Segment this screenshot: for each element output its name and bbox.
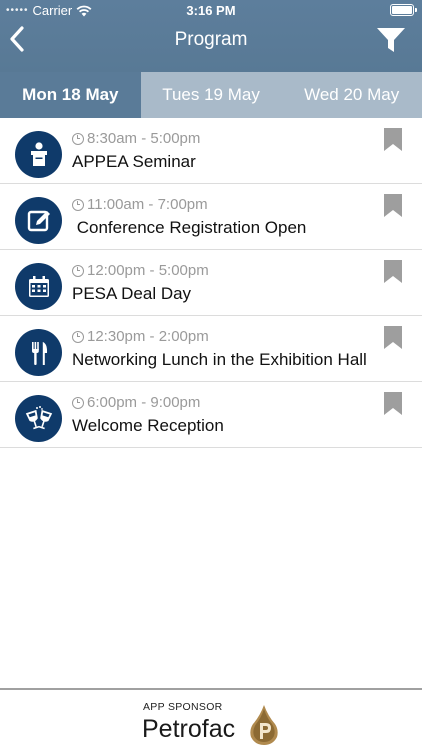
event-row[interactable]: 12:30pm - 2:00pm Networking Lunch in the… <box>0 316 422 382</box>
tab-mon-18-may[interactable]: Mon 18 May <box>0 72 141 118</box>
event-time-text: 8:30am - 5:00pm <box>87 130 201 147</box>
filter-icon <box>377 28 405 52</box>
event-time: 6:00pm - 9:00pm <box>72 394 200 411</box>
event-time: 11:00am - 7:00pm <box>72 196 208 213</box>
status-bar: ••••• Carrier 3:16 PM <box>0 0 422 22</box>
sponsor-name: Petrofac <box>142 715 236 743</box>
bookmark-icon[interactable] <box>384 392 402 415</box>
status-time: 3:16 PM <box>186 3 236 18</box>
event-list: 8:30am - 5:00pm APPEA Seminar 11:00am - … <box>0 118 422 448</box>
event-time-text: 12:00pm - 5:00pm <box>87 262 209 279</box>
clock-icon <box>72 132 84 145</box>
event-row[interactable]: 11:00am - 7:00pm Conference Registration… <box>0 184 422 250</box>
event-row[interactable]: 8:30am - 5:00pm APPEA Seminar <box>0 118 422 184</box>
event-title: APPEA Seminar <box>72 152 196 171</box>
event-title: Welcome Reception <box>72 416 224 435</box>
event-time-text: 11:00am - 7:00pm <box>87 196 208 213</box>
event-time: 12:30pm - 2:00pm <box>72 328 209 345</box>
filter-button[interactable] <box>376 26 406 54</box>
cheers-glasses-icon <box>15 395 62 442</box>
tab-tues-19-may[interactable]: Tues 19 May <box>141 72 282 118</box>
event-time: 12:00pm - 5:00pm <box>72 262 209 279</box>
event-time-text: 6:00pm - 9:00pm <box>87 394 201 411</box>
fork-knife-icon <box>15 329 62 376</box>
navigation-header: ••••• Carrier 3:16 PM Program <box>0 0 422 72</box>
event-time-text: 12:30pm - 2:00pm <box>87 328 209 345</box>
clock-icon <box>72 396 84 409</box>
clock-icon <box>72 330 84 343</box>
event-title: PESA Deal Day <box>72 284 192 303</box>
sponsor-footer: APP SPONSOR Petrofac <box>0 688 422 750</box>
bookmark-icon[interactable] <box>384 260 402 283</box>
petrofac-drop-logo-icon <box>250 705 278 745</box>
speaker-podium-icon <box>15 131 62 178</box>
edit-form-icon <box>15 197 62 244</box>
bookmark-icon[interactable] <box>384 326 402 349</box>
event-row[interactable]: 12:00pm - 5:00pm PESA Deal Day <box>0 250 422 316</box>
clock-icon <box>72 198 84 211</box>
event-title: Conference Registration Open <box>72 218 307 237</box>
battery-icon <box>390 4 417 16</box>
sponsor-label: APP SPONSOR <box>143 701 223 713</box>
day-tabs: Mon 18 May Tues 19 May Wed 20 May <box>0 72 422 118</box>
bookmark-icon[interactable] <box>384 194 402 217</box>
calendar-icon <box>15 263 62 310</box>
tab-wed-20-may[interactable]: Wed 20 May <box>281 72 422 118</box>
event-title: Networking Lunch in the Exhibition Hall <box>72 350 367 369</box>
bookmark-icon[interactable] <box>384 128 402 151</box>
event-row[interactable]: 6:00pm - 9:00pm Welcome Reception <box>0 382 422 448</box>
page-title: Program <box>174 29 248 50</box>
clock-icon <box>72 264 84 277</box>
event-time: 8:30am - 5:00pm <box>72 130 200 147</box>
